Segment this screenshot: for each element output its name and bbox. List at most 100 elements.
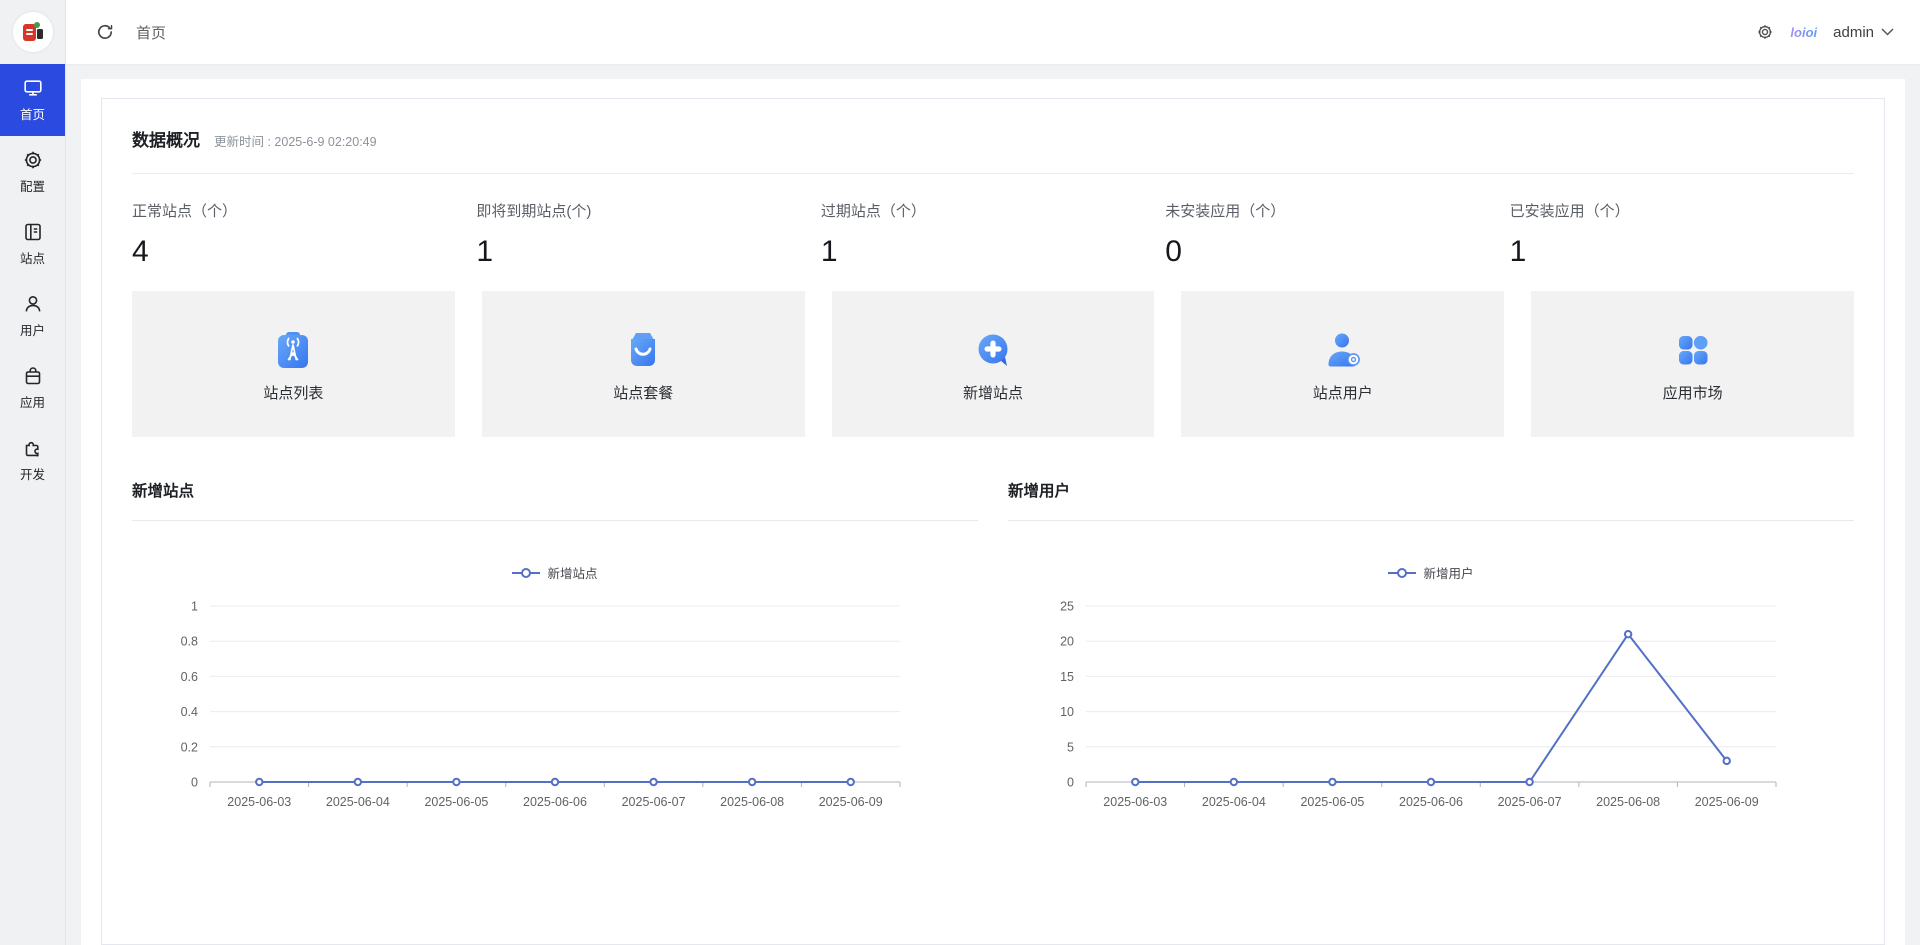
sidebar-nav: 首页 配置 站点 用户 [0,64,65,496]
refresh-button[interactable] [96,23,114,41]
svg-text:2025-06-08: 2025-06-08 [720,795,784,809]
shortcut-label: 站点列表 [263,382,323,403]
svg-text:20: 20 [1060,635,1074,649]
sidebar: 首页 配置 站点 用户 [0,0,66,945]
topbar: 首页 loioi admin [66,0,1920,64]
chart-new-sites: 新增站点 新增站点 00.20.40.60.812025-06-032 [132,479,978,832]
svg-text:2025-06-05: 2025-06-05 [1300,795,1364,809]
brand-logo-icon [13,12,53,52]
svg-text:0: 0 [1067,776,1074,790]
shortcut-site-package[interactable]: 站点套餐 [482,291,805,437]
username: admin [1833,24,1874,41]
site-package-icon [619,326,667,374]
shortcut-label: 站点套餐 [613,382,673,403]
line-chart: 00.20.40.60.812025-06-032025-06-042025-0… [132,590,978,832]
app-root: 首页 配置 站点 用户 [0,0,1920,945]
svg-text:25: 25 [1060,600,1074,614]
legend-label: 新增站点 [547,563,597,582]
stats-row: 正常站点（个） 4 即将到期站点(个) 1 过期站点（个） 1 [132,174,1854,275]
charts-row: 新增站点 新增站点 00.20.40.60.812025-06-032 [132,479,1854,832]
shortcut-app-market[interactable]: 应用市场 [1531,291,1854,437]
svg-text:2025-06-05: 2025-06-05 [424,795,488,809]
svg-text:0.4: 0.4 [181,705,198,719]
stat-label: 未安装应用（个） [1165,200,1509,221]
svg-text:2025-06-09: 2025-06-09 [1695,795,1759,809]
sidebar-item-home[interactable]: 首页 [0,64,65,136]
svg-text:2025-06-07: 2025-06-07 [622,795,686,809]
divider [1008,520,1854,521]
svg-text:2025-06-03: 2025-06-03 [1103,795,1167,809]
refresh-icon [96,23,114,41]
shortcut-label: 站点用户 [1313,382,1373,403]
legend-marker-icon [1388,567,1416,579]
shortcut-site-list[interactable]: 站点列表 [132,291,455,437]
stat-expiring-sites: 即将到期站点(个) 1 [476,200,820,269]
settings-button[interactable] [1756,23,1774,41]
divider [132,520,978,521]
legend-label: 新增用户 [1423,563,1473,582]
shortcut-site-users[interactable]: 站点用户 [1181,291,1504,437]
sidebar-item-label: 应用 [20,392,45,411]
sidebar-item-config[interactable]: 配置 [0,136,65,208]
gear-icon [22,149,44,171]
sidebar-item-label: 站点 [20,248,45,267]
stat-label: 正常站点（个） [132,200,476,221]
brand-logo[interactable] [0,0,65,64]
shortcut-add-site[interactable]: 新增站点 [832,291,1155,437]
stat-value: 4 [132,235,476,269]
chart-new-users: 新增用户 新增用户 05101520252025-06-032025- [1008,479,1854,832]
shortcut-label: 应用市场 [1663,382,1723,403]
svg-text:5: 5 [1067,740,1074,754]
page-title: 数据概况 [132,126,200,151]
svg-text:2025-06-04: 2025-06-04 [1202,795,1266,809]
site-users-icon [1319,326,1367,374]
overview-card: 数据概况 更新时间 : 2025-6-9 02:20:49 正常站点（个） 4 … [101,98,1885,945]
sidebar-item-sites[interactable]: 站点 [0,208,65,280]
puzzle-icon [22,437,44,459]
chart-legend[interactable]: 新增站点 [132,563,978,582]
svg-text:2025-06-03: 2025-06-03 [227,795,291,809]
overview-header: 数据概况 更新时间 : 2025-6-9 02:20:49 [132,99,1854,174]
sidebar-item-users[interactable]: 用户 [0,280,65,352]
sidebar-item-label: 配置 [20,176,45,195]
svg-text:2025-06-07: 2025-06-07 [1498,795,1562,809]
svg-text:0.8: 0.8 [181,635,198,649]
svg-text:1: 1 [191,600,198,614]
chart-legend[interactable]: 新增用户 [1008,563,1854,582]
stat-value: 1 [476,235,820,269]
monitor-icon [22,77,44,99]
main-area: 首页 loioi admin [66,0,1920,945]
svg-text:0: 0 [191,776,198,790]
chevron-down-icon [1881,28,1894,36]
content-panel: 数据概况 更新时间 : 2025-6-9 02:20:49 正常站点（个） 4 … [81,79,1905,945]
site-doc-icon [22,221,44,243]
svg-text:2025-06-06: 2025-06-06 [1399,795,1463,809]
brand-text: loioi [1790,25,1817,40]
stat-value: 1 [821,235,1165,269]
breadcrumb[interactable]: 首页 [136,22,166,43]
svg-text:10: 10 [1060,705,1074,719]
chart-title: 新增用户 [1008,479,1854,501]
gear-icon [1756,23,1774,41]
page-content: 数据概况 更新时间 : 2025-6-9 02:20:49 正常站点（个） 4 … [66,64,1920,945]
svg-text:2025-06-08: 2025-06-08 [1596,795,1660,809]
user-menu[interactable]: admin [1833,24,1894,41]
stat-installed-apps: 已安装应用（个） 1 [1510,200,1854,269]
svg-text:0.2: 0.2 [181,740,198,754]
shortcuts-row: 站点列表 站点套餐 [132,291,1854,437]
sidebar-item-apps[interactable]: 应用 [0,352,65,424]
legend-marker-icon [512,567,540,579]
svg-text:0.6: 0.6 [181,670,198,684]
stat-expired-sites: 过期站点（个） 1 [821,200,1165,269]
sidebar-item-dev[interactable]: 开发 [0,424,65,496]
add-site-icon [969,326,1017,374]
chart-title: 新增站点 [132,479,978,501]
user-icon [22,293,44,315]
stat-label: 已安装应用（个） [1510,200,1854,221]
site-list-icon [269,326,317,374]
stat-label: 过期站点（个） [821,200,1165,221]
updated-timestamp: 更新时间 : 2025-6-9 02:20:49 [214,131,377,150]
sidebar-item-label: 开发 [20,464,45,483]
svg-text:2025-06-09: 2025-06-09 [819,795,883,809]
stat-value: 1 [1510,235,1854,269]
